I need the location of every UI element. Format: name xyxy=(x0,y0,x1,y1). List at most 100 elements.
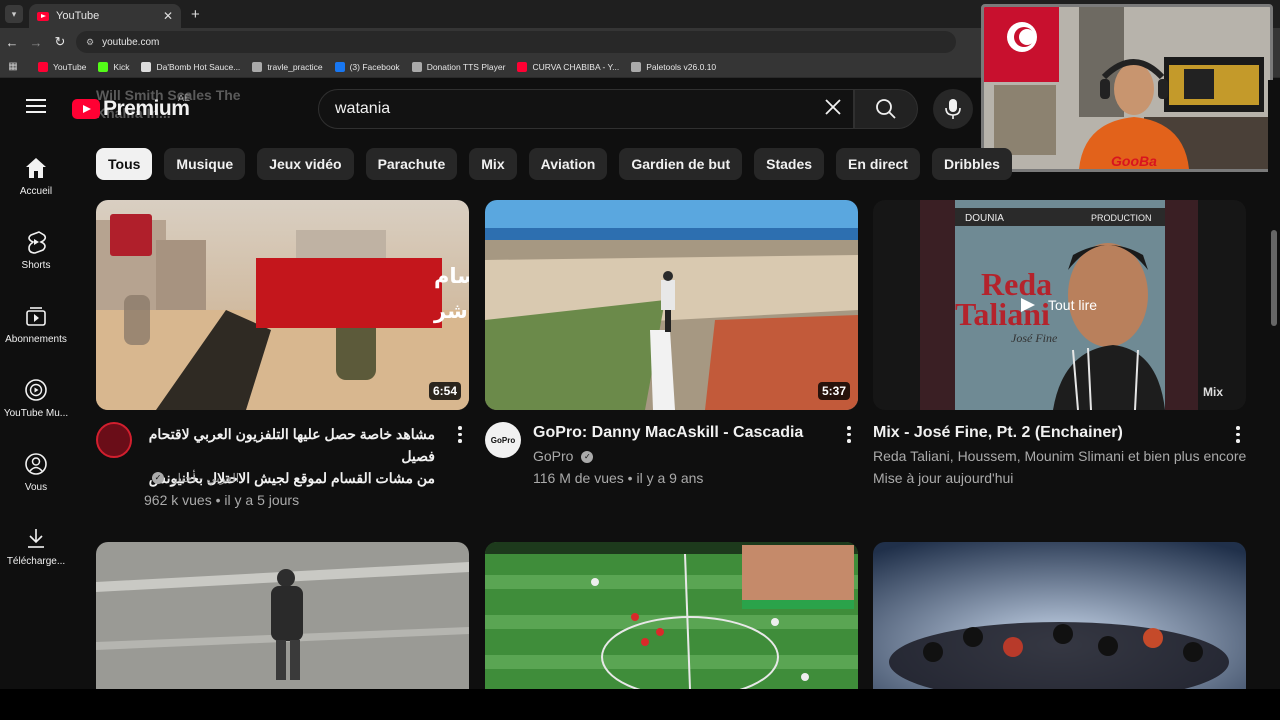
facebook-icon xyxy=(334,61,345,72)
channel-avatar[interactable]: GoPro xyxy=(485,422,521,458)
bookmark-label: travle_practice xyxy=(267,61,323,72)
thumbnail-image: مقاتلو القسام في اشتباك مباشر xyxy=(96,200,469,410)
more-options-icon[interactable] xyxy=(1236,426,1242,446)
bookmark-item[interactable]: Donation TTS Player xyxy=(411,61,506,72)
menu-icon[interactable] xyxy=(26,99,46,113)
bookmark-label: (3) Facebook xyxy=(349,61,400,72)
channel-avatar[interactable] xyxy=(96,422,132,458)
youtube-premium-logo[interactable]: Premium AE xyxy=(72,93,190,121)
thumbnail-image xyxy=(485,542,858,689)
video-thumbnail[interactable]: مقاتلو القسام في اشتباك مباشر 6:54 xyxy=(96,200,469,410)
verified-icon: ✓ xyxy=(152,472,164,485)
video-meta: 962 k vues • il y a 5 jours xyxy=(144,492,300,508)
bookmark-item[interactable]: CURVA CHABIBA - Y... xyxy=(517,61,620,72)
bookmark-label: Kick xyxy=(113,61,130,72)
kick-icon xyxy=(98,61,109,72)
video-thumbnail[interactable]: 5:37 xyxy=(485,200,858,410)
sidebar-item-shorts[interactable]: Shorts xyxy=(0,230,72,271)
video-thumbnail[interactable] xyxy=(96,542,469,689)
bookmark-item[interactable]: Da'Bomb Hot Sauce... xyxy=(141,61,240,72)
clear-search-icon[interactable] xyxy=(813,95,853,123)
video-meta: Mise à jour aujourd'hui xyxy=(873,470,1014,486)
forward-icon[interactable]: → xyxy=(24,35,48,50)
thumbnail-headline-1: مقاتلو القسام xyxy=(434,264,469,288)
video-title[interactable]: Mix - José Fine, Pt. 2 (Enchainer) xyxy=(873,422,1123,444)
thumbnail-headline-2: في اشتباك مباشر xyxy=(433,299,469,323)
youtube-icon xyxy=(38,61,48,72)
more-options-icon[interactable] xyxy=(847,426,853,446)
bookmark-item[interactable]: YouTube xyxy=(38,61,86,72)
sidebar-item-vous[interactable]: Vous xyxy=(0,452,72,493)
reload-icon[interactable]: ↻ xyxy=(48,34,72,50)
back-icon[interactable]: ← xyxy=(0,35,24,50)
chip-6[interactable]: Gardien de but xyxy=(619,148,743,180)
video-thumbnail[interactable] xyxy=(485,542,858,689)
thumbnail-image: DOUNIA PRODUCTION Reda Taliani José Fine… xyxy=(873,200,1246,410)
bookmark-label: Paletools v26.0.10 xyxy=(646,61,717,72)
channel-name[interactable]: Reda Taliani, Houssem, Mounim Slimani et… xyxy=(873,448,1246,464)
browser-tab-youtube[interactable]: YouTube ✕ xyxy=(29,4,181,28)
thumbnail-image xyxy=(485,200,858,410)
thumbnail-image xyxy=(96,542,469,689)
voice-search-button[interactable] xyxy=(933,89,973,129)
page-scrollbar[interactable] xyxy=(1268,80,1280,690)
close-tab-icon[interactable]: ✕ xyxy=(163,9,173,23)
bottom-bar xyxy=(0,689,1280,720)
video-thumbnail[interactable]: DOUNIA PRODUCTION Reda Taliani José Fine… xyxy=(873,200,1246,410)
globe-icon xyxy=(411,61,422,72)
youtube-icon xyxy=(517,61,528,72)
youtube-play-icon xyxy=(72,99,100,119)
channel-name[interactable]: GoPro ✓ xyxy=(533,448,594,464)
more-options-icon[interactable] xyxy=(458,426,464,446)
chip-2[interactable]: Jeux vidéo xyxy=(257,148,354,180)
sidebar-item-telechargements[interactable]: Télécharge... xyxy=(0,526,72,567)
search-button[interactable] xyxy=(854,89,918,129)
play-all-label[interactable]: Tout lire xyxy=(1048,297,1097,313)
apps-grid-icon[interactable]: ▦ xyxy=(0,61,26,72)
video-thumbnail[interactable] xyxy=(873,542,1246,689)
chip-1[interactable]: Musique xyxy=(164,148,246,180)
cover-text-1: DOUNIA xyxy=(965,213,1004,224)
cover-text-5: José Fine xyxy=(1011,331,1058,345)
chip-4[interactable]: Mix xyxy=(469,148,517,180)
bookmark-item[interactable]: (3) Facebook xyxy=(334,61,400,72)
tab-search-button[interactable]: ▾ xyxy=(5,5,23,23)
scrollbar-thumb[interactable] xyxy=(1271,230,1277,326)
bookmark-item[interactable]: Kick xyxy=(98,61,130,72)
thumbnail-image xyxy=(873,542,1246,689)
sidebar-item-youtube-music[interactable]: YouTube Mu... xyxy=(0,378,72,419)
region-code: AE xyxy=(178,93,191,103)
chip-8[interactable]: En direct xyxy=(836,148,920,180)
youtube-music-icon xyxy=(25,379,47,401)
bookmark-label: Donation TTS Player xyxy=(426,61,506,72)
chip-5[interactable]: Aviation xyxy=(528,148,608,180)
title-line-1: مشاهد خاصة حصل عليها التلفزيون العربي لا… xyxy=(148,426,435,464)
svg-text:GooBa: GooBa xyxy=(1111,153,1157,169)
chip-7[interactable]: Stades xyxy=(754,148,825,180)
video-title[interactable]: GoPro: Danny MacAskill - Cascadia xyxy=(533,422,803,444)
site-info-icon[interactable]: ⚙ xyxy=(86,37,94,48)
channel-name[interactable]: ✓ العربي - أخبار xyxy=(148,469,239,485)
search-input[interactable]: watania xyxy=(335,100,813,118)
new-tab-icon[interactable]: + xyxy=(191,6,200,23)
sidebar-item-accueil[interactable]: Accueil xyxy=(0,156,72,197)
bookmark-item[interactable]: travle_practice xyxy=(252,61,323,72)
search-icon xyxy=(876,99,896,119)
page-icon xyxy=(141,61,152,72)
bookmark-label: CURVA CHABIBA - Y... xyxy=(532,61,620,72)
filter-chips: Tous Musique Jeux vidéo Parachute Mix Aviatio… xyxy=(96,148,1024,180)
channel-avatar-label: GoPro xyxy=(490,435,516,445)
sidebar-item-abonnements[interactable]: Abonnements xyxy=(0,304,72,345)
channel-label: GoPro xyxy=(533,448,574,464)
chip-0[interactable]: Tous xyxy=(96,148,153,180)
chip-3[interactable]: Parachute xyxy=(365,148,458,180)
url-field[interactable]: ⚙ youtube.com xyxy=(76,31,956,53)
bookmark-item[interactable]: Paletools v26.0.10 xyxy=(631,61,717,72)
cover-text-4: Taliani xyxy=(955,296,1050,332)
search-box[interactable]: watania xyxy=(318,89,854,129)
chip-9[interactable]: Dribbles xyxy=(931,148,1012,180)
sidebar-label: Abonnements xyxy=(5,334,67,345)
shorts-icon xyxy=(28,231,47,254)
sidebar-label: Vous xyxy=(24,482,48,493)
video-duration: 5:37 xyxy=(817,382,850,400)
